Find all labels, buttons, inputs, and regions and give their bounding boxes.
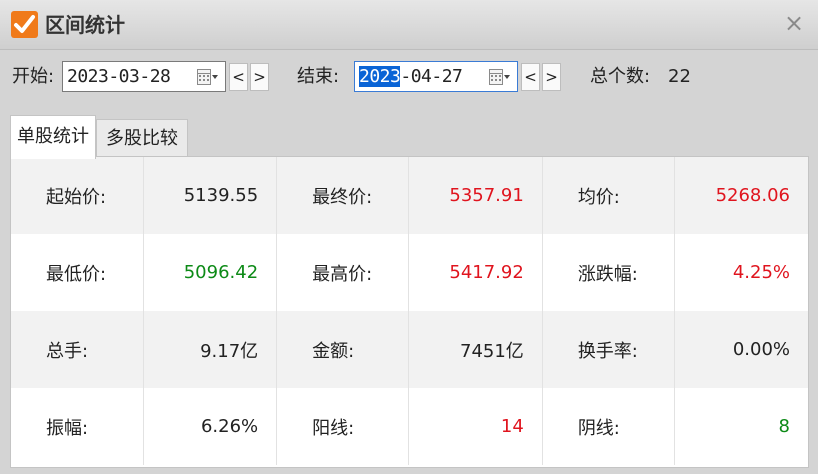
- end-next-button[interactable]: >: [542, 63, 561, 91]
- turnover-value: 0.00%: [674, 311, 808, 388]
- title-bar: 区间统计 ×: [0, 0, 818, 50]
- high-price-label: 最高价:: [276, 234, 409, 311]
- amplitude-value: 6.26%: [142, 388, 277, 465]
- count-value: 22: [668, 66, 691, 87]
- start-price-value: 5139.55: [142, 157, 277, 234]
- high-price-value: 5417.92: [408, 234, 543, 311]
- start-date-value: 2023-03-28: [67, 66, 171, 87]
- stats-panel: 起始价: 5139.55 最终价: 5357.91 均价: 5268.06 最低…: [10, 156, 809, 468]
- avg-price-label: 均价:: [541, 157, 675, 234]
- calendar-dropdown-icon[interactable]: [197, 69, 219, 85]
- volume-label: 总手:: [11, 311, 144, 388]
- end-date-field[interactable]: 2023-04-27: [354, 61, 518, 92]
- start-prev-button[interactable]: <: [229, 63, 248, 91]
- low-price-value: 5096.42: [142, 234, 277, 311]
- turnover-label: 换手率:: [541, 311, 675, 388]
- close-icon[interactable]: ×: [782, 8, 806, 38]
- end-date-rest: -04-27: [400, 66, 463, 87]
- start-next-button[interactable]: >: [250, 63, 269, 91]
- table-row: 总手: 9.17亿 金额: 7451亿 换手率: 0.00%: [11, 311, 808, 388]
- tab-single-stock[interactable]: 单股统计: [10, 115, 96, 159]
- date-range-controls: 开始: 2023-03-28 < > 结束: 2023-04-27 < > 总个: [0, 60, 818, 94]
- start-date-field[interactable]: 2023-03-28: [62, 61, 226, 92]
- amplitude-label: 振幅:: [46, 417, 89, 439]
- table-row: 振幅: 6.26% 阳线: 14 阴线: 8: [11, 388, 808, 465]
- count-label: 总个数:: [590, 66, 651, 87]
- start-label: 开始:: [12, 66, 55, 87]
- calendar-dropdown-icon[interactable]: [489, 69, 511, 85]
- end-date-selected-text: 2023: [359, 66, 401, 87]
- amount-label: 金额:: [276, 311, 409, 388]
- volume-value: 9.17亿: [142, 311, 277, 388]
- final-price-label: 最终价:: [276, 157, 409, 234]
- low-price-label: 最低价:: [46, 263, 107, 285]
- avg-price-value: 5268.06: [674, 157, 808, 234]
- final-price-value: 5357.91: [408, 157, 543, 234]
- table-row: 起始价: 5139.55 最终价: 5357.91 均价: 5268.06: [11, 157, 808, 234]
- up-days-value: 14: [408, 388, 543, 465]
- tab-multi-stock-compare[interactable]: 多股比较: [96, 119, 188, 157]
- amount-value: 7451亿: [408, 311, 543, 388]
- stats-table: 起始价: 5139.55 最终价: 5357.91 均价: 5268.06 最低…: [11, 157, 808, 465]
- down-days-label: 阴线:: [541, 388, 675, 465]
- change-pct-value: 4.25%: [674, 234, 808, 311]
- up-days-label: 阳线:: [276, 388, 409, 465]
- start-price-label: 起始价:: [11, 157, 144, 234]
- down-days-value: 8: [674, 388, 808, 465]
- end-label: 结束:: [297, 66, 340, 87]
- checkmark-icon: [11, 11, 38, 38]
- window-title: 区间统计: [45, 13, 125, 37]
- end-prev-button[interactable]: <: [521, 63, 540, 91]
- table-row: 最低价: 5096.42 最高价: 5417.92 涨跌幅: 4.25%: [11, 234, 808, 311]
- change-pct-label: 涨跌幅:: [541, 234, 675, 311]
